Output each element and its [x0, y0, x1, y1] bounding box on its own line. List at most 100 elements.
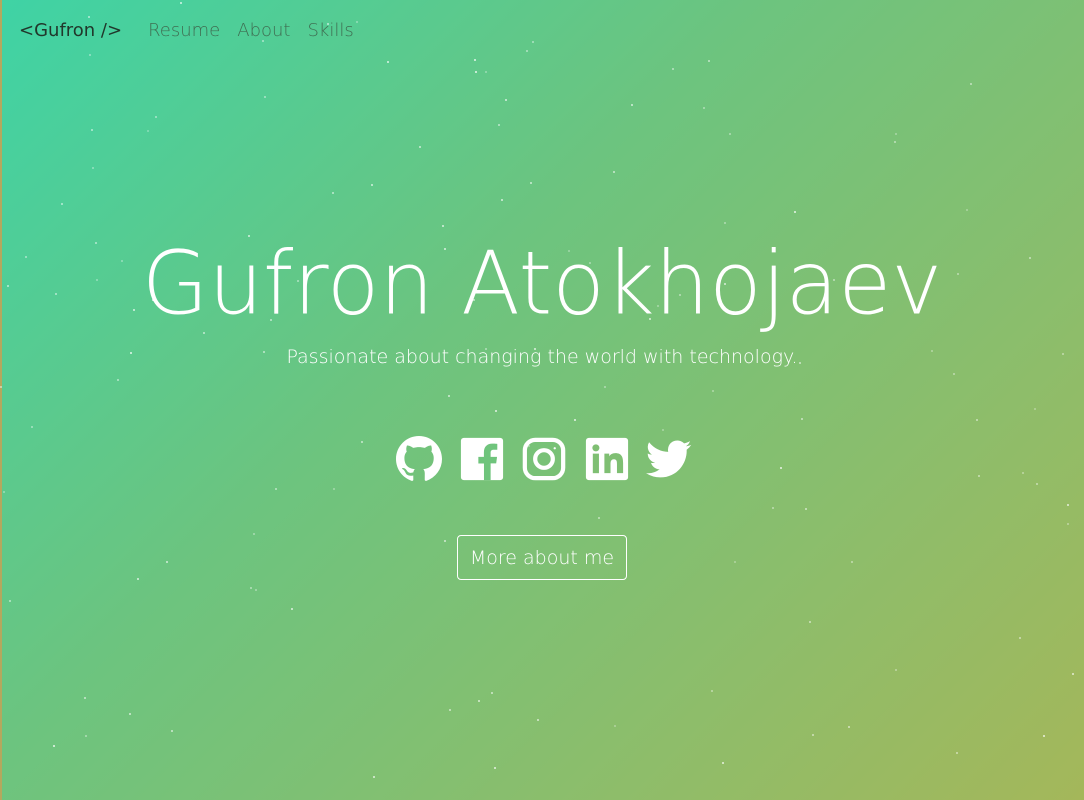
- facebook-icon: [460, 437, 503, 481]
- particle-dot: [708, 60, 710, 62]
- particle-dot: [712, 390, 714, 392]
- social-links: [396, 436, 692, 482]
- particle-dot: [61, 203, 63, 205]
- particle-dot: [532, 41, 534, 43]
- particle-dot: [155, 116, 157, 118]
- brand-logo-link[interactable]: <Gufron />: [19, 20, 122, 41]
- more-about-me-button[interactable]: More about me: [457, 535, 627, 580]
- particle-dot: [250, 587, 252, 589]
- nav-link-about[interactable]: About: [237, 20, 290, 41]
- particle-dot: [598, 517, 600, 519]
- particle-dot: [772, 507, 774, 509]
- facebook-link[interactable]: [459, 436, 505, 482]
- particle-dot: [613, 171, 615, 173]
- particle-dot: [501, 199, 503, 201]
- particle-dot: [166, 561, 168, 563]
- particle-dot: [129, 713, 131, 715]
- particle-dot: [537, 719, 539, 721]
- particle-dot: [53, 745, 55, 747]
- particle-dot: [805, 508, 807, 510]
- particle-dot: [812, 734, 814, 736]
- particle-dot: [373, 776, 375, 778]
- particle-dot: [264, 96, 266, 98]
- particle-dot: [1034, 408, 1036, 410]
- particle-dot: [848, 726, 850, 728]
- particle-dot: [449, 709, 451, 711]
- particle-dot: [92, 167, 94, 169]
- particle-dot: [801, 418, 803, 420]
- twitter-link[interactable]: [646, 436, 692, 482]
- particle-dot: [780, 467, 782, 469]
- particle-dot: [494, 767, 496, 769]
- particle-dot: [970, 83, 972, 85]
- particle-dot: [953, 373, 955, 375]
- particle-dot: [794, 211, 796, 213]
- hero-tagline: Passionate about changing the world with…: [286, 346, 798, 368]
- instagram-icon: [522, 437, 566, 481]
- particle-dot: [851, 561, 853, 563]
- particle-dot: [9, 600, 11, 602]
- particle-dot: [895, 669, 897, 671]
- nav-link-skills[interactable]: Skills: [307, 20, 353, 41]
- twitter-icon: [646, 440, 692, 478]
- nav-link-resume[interactable]: Resume: [148, 20, 220, 41]
- particle-dot: [137, 578, 139, 580]
- particle-dot: [442, 225, 444, 227]
- particle-dot: [147, 130, 149, 132]
- particle-dot: [448, 395, 450, 397]
- particle-dot: [332, 192, 334, 194]
- particle-dot: [978, 475, 980, 477]
- particle-dot: [734, 561, 736, 563]
- particle-dot: [530, 182, 532, 184]
- particle-dot: [419, 146, 421, 148]
- particle-dot: [894, 141, 896, 143]
- particle-dot: [1019, 637, 1021, 639]
- particle-dot: [722, 762, 724, 764]
- particle-dot: [84, 697, 86, 699]
- particle-dot: [475, 71, 477, 73]
- particle-dot: [574, 419, 576, 421]
- particle-dot: [604, 386, 606, 388]
- particle-dot: [966, 209, 968, 211]
- particle-dot: [631, 104, 633, 106]
- particle-dot: [485, 71, 487, 73]
- particle-dot: [495, 410, 497, 412]
- particle-dot: [478, 700, 480, 702]
- particle-dot: [1043, 735, 1045, 737]
- particle-dot: [491, 692, 493, 694]
- particle-dot: [3, 491, 5, 493]
- particle-dot: [474, 59, 476, 61]
- particle-dot: [291, 608, 293, 610]
- page-left-border: [0, 0, 2, 800]
- particle-dot: [729, 133, 731, 135]
- particle-background: [0, 0, 1084, 800]
- particle-dot: [253, 533, 255, 535]
- hero-name: Gufron Atokhojaev: [141, 233, 943, 335]
- linkedin-link[interactable]: [584, 436, 630, 482]
- particle-dot: [672, 68, 674, 70]
- particle-dot: [724, 222, 726, 224]
- particle-dot: [895, 133, 897, 135]
- github-icon: [396, 436, 442, 481]
- particle-dot: [1022, 472, 1024, 474]
- particle-dot: [91, 129, 93, 131]
- particle-dot: [371, 184, 373, 186]
- particle-dot: [171, 730, 173, 732]
- github-link[interactable]: [396, 436, 442, 482]
- particle-dot: [662, 429, 664, 431]
- particle-dot: [444, 540, 446, 542]
- particle-dot: [976, 419, 978, 421]
- particle-dot: [809, 621, 811, 623]
- particle-dot: [1036, 483, 1038, 485]
- particle-dot: [361, 441, 363, 443]
- particle-dot: [333, 488, 335, 490]
- particle-dot: [1067, 504, 1069, 506]
- particle-dot: [711, 690, 713, 692]
- particle-dot: [1067, 523, 1069, 525]
- particle-dot: [255, 589, 257, 591]
- particle-dot: [703, 107, 705, 109]
- instagram-link[interactable]: [521, 436, 567, 482]
- particle-dot: [275, 488, 277, 490]
- particle-dot: [88, 16, 90, 18]
- particle-dot: [526, 50, 528, 52]
